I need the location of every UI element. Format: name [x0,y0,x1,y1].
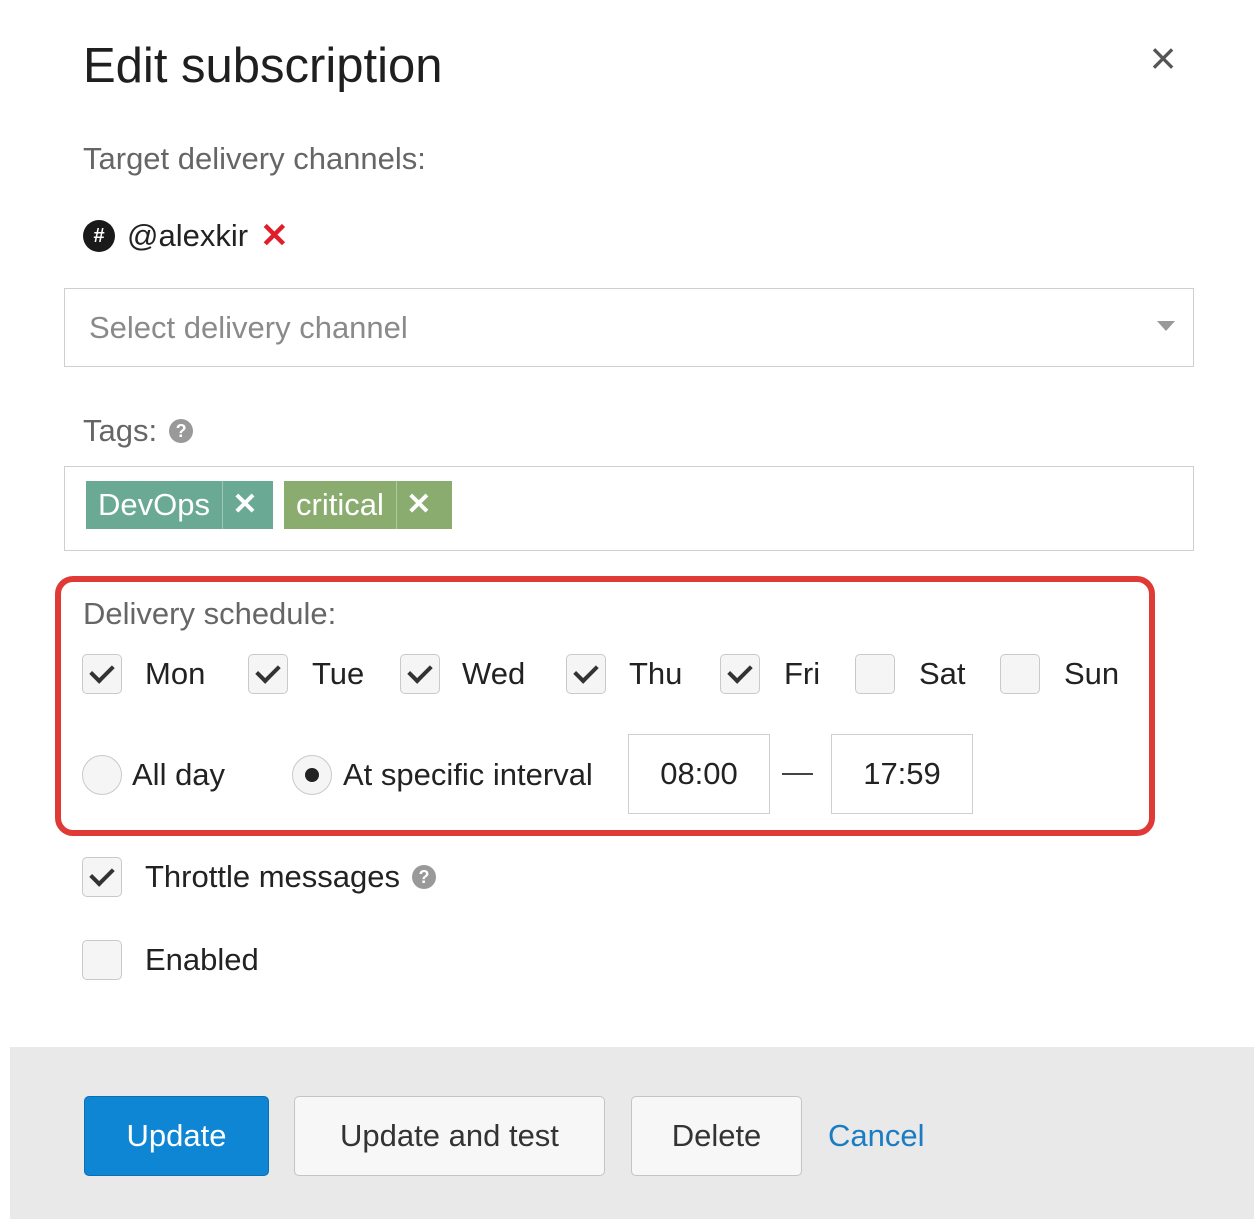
throttle-row: Throttle messages ? [145,857,436,897]
tag-critical: critical ✕ [284,481,452,529]
day-label-sat: Sat [919,656,966,691]
interval-separator: — [782,754,813,789]
dialog-title: Edit subscription [83,39,443,93]
day-checkbox-sat[interactable] [855,654,895,694]
tags-label: Tags: [83,413,158,448]
specific-interval-radio[interactable] [292,755,332,795]
slack-icon: # [83,220,115,252]
day-label-mon: Mon [145,656,206,691]
day-checkbox-thu[interactable] [566,654,606,694]
update-and-test-button[interactable]: Update and test [294,1096,605,1176]
day-label-wed: Wed [462,656,526,691]
cancel-link[interactable]: Cancel [828,1116,925,1156]
help-icon[interactable]: ? [169,419,194,443]
specific-interval-label: At specific interval [343,757,593,792]
delivery-channels-label: Target delivery channels: [83,141,426,176]
update-button[interactable]: Update [84,1096,269,1176]
close-icon[interactable]: × [1138,28,1188,88]
tag-label: DevOps [98,487,210,522]
enabled-label: Enabled [145,942,259,977]
interval-start-input[interactable]: 08:00 [628,734,770,814]
delete-button[interactable]: Delete [631,1096,802,1176]
tag-label: critical [296,487,384,522]
all-day-radio[interactable] [82,755,122,795]
channel-name: @alexkir [127,218,249,253]
all-day-label: All day [132,757,226,792]
day-checkbox-wed[interactable] [400,654,440,694]
throttle-checkbox[interactable] [82,857,122,897]
day-checkbox-sun[interactable] [1000,654,1040,694]
remove-tag-icon[interactable]: ✕ [221,481,267,529]
throttle-label: Throttle messages [145,859,400,894]
delivery-channel-item: # @alexkir ✕ [83,214,289,258]
help-icon[interactable]: ? [412,865,436,889]
day-label-fri: Fri [784,656,821,691]
interval-end-input[interactable]: 17:59 [831,734,973,814]
tags-label-row: Tags: ? [83,411,194,451]
select-placeholder: Select delivery channel [89,310,408,345]
day-checkbox-tue[interactable] [248,654,288,694]
day-checkbox-mon[interactable] [82,654,122,694]
delivery-schedule-label: Delivery schedule: [83,596,337,631]
remove-channel-icon[interactable]: ✕ [260,216,289,256]
day-checkbox-fri[interactable] [720,654,760,694]
day-label-thu: Thu [629,656,683,691]
tag-devops: DevOps ✕ [86,481,273,529]
chevron-down-icon [1157,321,1175,331]
day-label-tue: Tue [312,656,365,691]
delivery-channel-select[interactable]: Select delivery channel [64,288,1194,367]
enabled-checkbox[interactable] [82,940,122,980]
tags-input[interactable]: DevOps ✕ critical ✕ [64,466,1194,551]
day-label-sun: Sun [1064,656,1120,691]
remove-tag-icon[interactable]: ✕ [395,481,441,529]
